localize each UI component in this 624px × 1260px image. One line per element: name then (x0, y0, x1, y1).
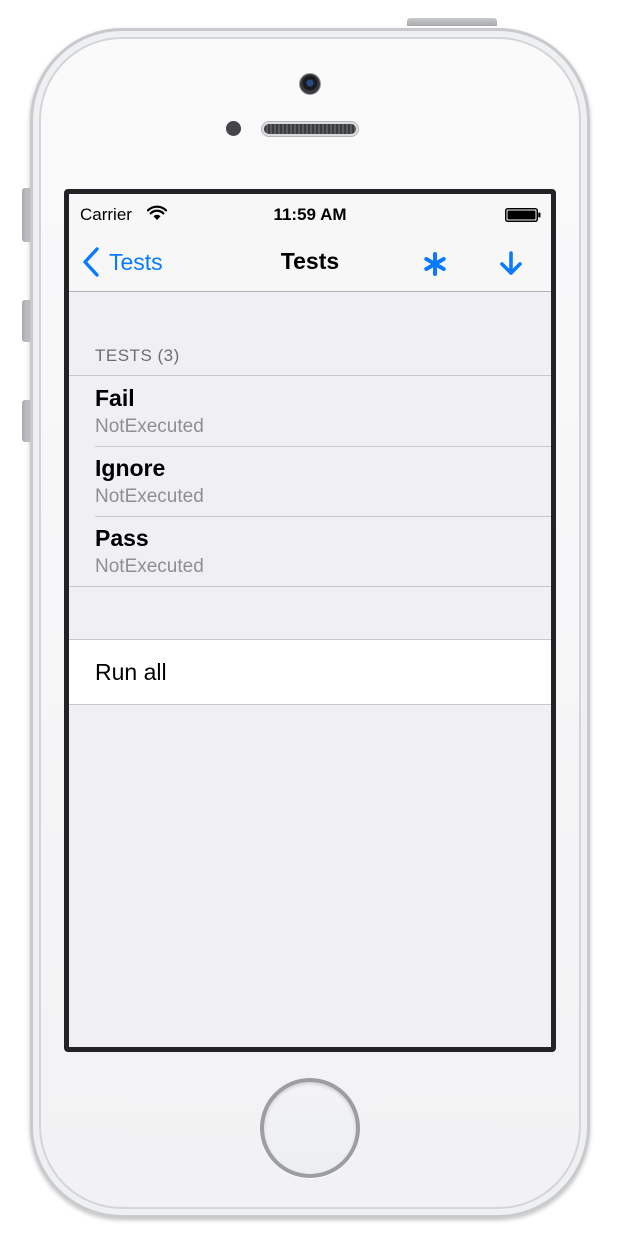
earpiece-speaker (262, 122, 358, 136)
proximity-sensor (226, 121, 241, 136)
test-status: NotExecuted (95, 556, 204, 577)
run-all-button[interactable]: Run all (69, 639, 551, 705)
run-failed-button[interactable] (417, 246, 453, 282)
tests-section-header: TESTS (3) (95, 346, 180, 365)
status-bar: Carrier 11:59 AM (69, 194, 551, 234)
test-name: Fail (95, 385, 135, 411)
front-camera (299, 73, 321, 95)
screen: Carrier 11:59 AM Tests Tests TESTS (3) F… (64, 189, 556, 1052)
home-button[interactable] (260, 1078, 360, 1178)
status-time: 11:59 AM (273, 205, 347, 224)
sleep-wake-button[interactable] (407, 18, 497, 26)
tests-list: Fail NotExecuted Ignore NotExecuted Pass… (69, 375, 551, 587)
test-status: NotExecuted (95, 486, 204, 507)
page-title: Tests (280, 248, 340, 274)
test-row[interactable]: Ignore NotExecuted (69, 446, 551, 516)
test-row[interactable]: Pass NotExecuted (69, 516, 551, 586)
asterisk-icon (424, 252, 446, 276)
volume-down-button[interactable] (22, 400, 30, 442)
download-button[interactable] (493, 246, 529, 282)
test-row[interactable]: Fail NotExecuted (69, 376, 551, 446)
mute-switch[interactable] (22, 188, 30, 242)
test-name: Ignore (95, 455, 166, 481)
test-name: Pass (95, 525, 149, 551)
battery-icon (505, 208, 541, 222)
volume-up-button[interactable] (22, 300, 30, 342)
download-arrow-icon (500, 251, 522, 275)
test-status: NotExecuted (95, 416, 204, 437)
navigation-bar: Tests Tests (69, 234, 551, 292)
run-all-label: Run all (95, 659, 167, 685)
